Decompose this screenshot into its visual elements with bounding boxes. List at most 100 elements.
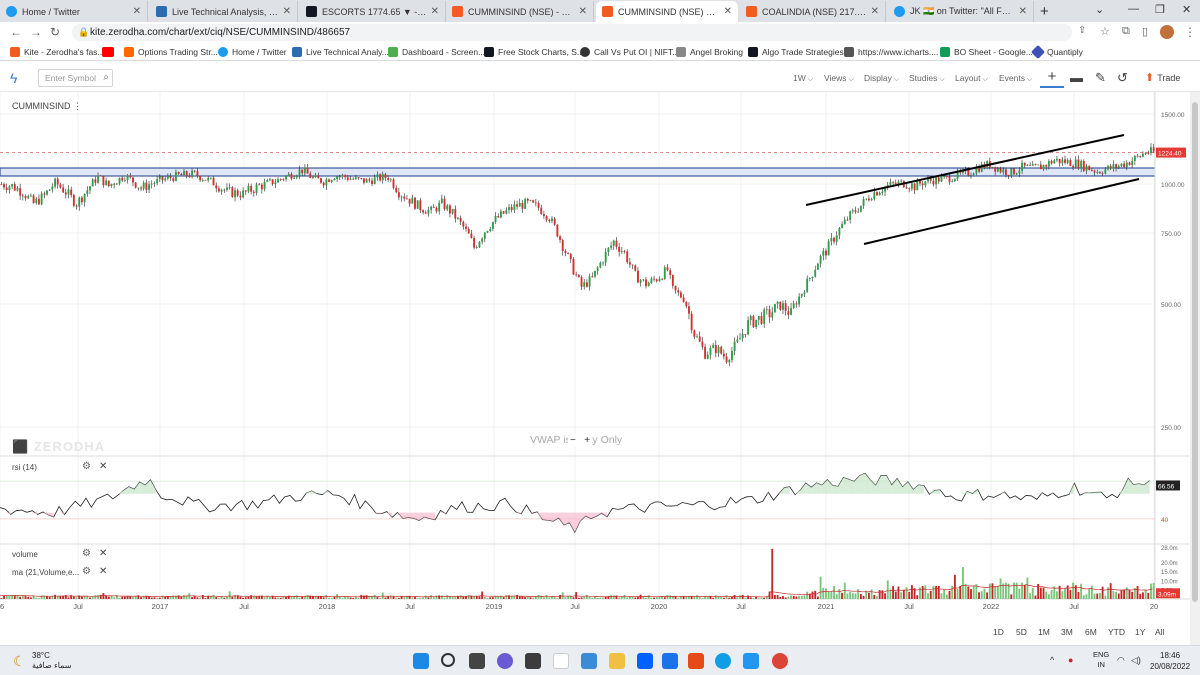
start-windows-icon[interactable]: [413, 653, 429, 669]
tab-escorts[interactable]: ESCORTS 1774.65 ▼ -1.61% NIF ✕: [300, 1, 446, 22]
crosshair-icon[interactable]: +: [1040, 68, 1064, 88]
bookmark-algo[interactable]: Algo Trade Strategies: [748, 45, 844, 59]
bookmark-kite[interactable]: Kite - Zerodha's fas...: [10, 45, 105, 59]
url-bar[interactable]: 🔒 kite.zerodha.com/chart/ext/ciq/NSE/CUMM…: [72, 24, 1072, 41]
views-menu[interactable]: Views ⌵: [824, 73, 854, 84]
share-icon[interactable]: ⇪: [1078, 25, 1086, 36]
bookmark-bo-sheet[interactable]: BO Sheet - Google...: [940, 45, 1033, 59]
bookmark-angel[interactable]: Angel Broking: [676, 45, 743, 59]
bookmark-quantiply[interactable]: Quantiply: [1030, 44, 1083, 60]
file-explorer-icon[interactable]: [609, 653, 625, 669]
vpn-icon[interactable]: [743, 653, 759, 669]
tab-search-icon[interactable]: ⌄: [1095, 3, 1104, 16]
clock[interactable]: 18:46 20/08/2022: [1150, 650, 1190, 672]
draw-pencil-icon[interactable]: ✎: [1095, 70, 1106, 86]
bookmark-call-put[interactable]: Call Vs Put OI | NIFT...: [580, 45, 679, 59]
zoom-in-button[interactable]: +: [584, 435, 590, 446]
comment-icon[interactable]: ▬: [1070, 70, 1083, 85]
close-icon[interactable]: ✕: [133, 6, 141, 17]
rsi-overbought-fill: [811, 482, 817, 494]
reload-icon[interactable]: ↻: [50, 25, 60, 39]
undo-icon[interactable]: ↺: [1117, 70, 1128, 86]
symbol-search-input[interactable]: Enter Symbol ⌕: [38, 69, 113, 87]
price-chart-svg[interactable]: 1500.00 1000.00 750.00 500.00 250.00 1224.40 4…: [0, 92, 1190, 620]
search-icon[interactable]: [441, 653, 455, 667]
bookmark-label: Algo Trade Strategies: [762, 47, 844, 57]
range-1m[interactable]: 1M: [1038, 627, 1050, 637]
bookmark-twitter[interactable]: Home / Twitter: [218, 45, 287, 59]
rsi-close-icon[interactable]: ✕: [99, 461, 107, 472]
volume-settings-gear-icon[interactable]: ⚙: [82, 548, 91, 559]
ma-settings-gear-icon[interactable]: ⚙: [82, 566, 91, 577]
tab-cumminsind-active[interactable]: CUMMINSIND (NSE) 1224.4 - Ki ✕: [596, 1, 738, 22]
bookmark-live-tech[interactable]: Live Technical Analy...: [292, 45, 389, 59]
volume-icon[interactable]: ◁): [1131, 655, 1141, 666]
volume-bar: [293, 596, 296, 599]
menu-dots-icon[interactable]: ⋮: [1184, 25, 1196, 39]
tray-chevron-icon[interactable]: ^: [1050, 655, 1054, 665]
range-1d[interactable]: 1D: [993, 627, 1004, 637]
display-menu[interactable]: Display ⌵: [864, 73, 899, 84]
restore-icon[interactable]: ❐: [1155, 3, 1165, 16]
language-indicator[interactable]: ENG IN: [1093, 650, 1109, 670]
scrollbar-thumb[interactable]: [1192, 102, 1198, 602]
bookmark-free-stock[interactable]: Free Stock Charts, S...: [484, 45, 584, 59]
interval-menu[interactable]: 1W ⌵: [793, 73, 813, 84]
bookmark-options-trading[interactable]: Options Trading Str...: [124, 45, 218, 59]
studies-menu[interactable]: Studies ⌵: [909, 73, 945, 84]
weather-moon-icon[interactable]: ☾: [13, 653, 26, 670]
ma-close-icon[interactable]: ✕: [99, 566, 107, 577]
new-tab-button[interactable]: +: [1040, 3, 1049, 20]
minimize-icon[interactable]: —: [1128, 3, 1139, 15]
range-1y[interactable]: 1Y: [1135, 627, 1145, 637]
dropbox-icon[interactable]: [637, 653, 653, 669]
bookmark-youtube[interactable]: [102, 45, 118, 59]
chrome-icon[interactable]: [772, 653, 788, 669]
sidebar-icon[interactable]: ▯: [1142, 25, 1148, 38]
window-close-icon[interactable]: ✕: [1182, 3, 1191, 16]
trade-button[interactable]: ⬆ Trade: [1145, 71, 1180, 84]
tab-jk-twitter[interactable]: JK 🇮🇳 on Twitter: "All FNO Stocks ✕: [888, 1, 1034, 22]
bookmark-star-icon[interactable]: ☆: [1100, 25, 1110, 38]
close-icon[interactable]: ✕: [871, 6, 879, 17]
volume-close-icon[interactable]: ✕: [99, 548, 107, 559]
task-view-icon[interactable]: [469, 653, 485, 669]
layout-menu[interactable]: Layout ⌵: [955, 73, 988, 84]
back-icon[interactable]: ←: [10, 25, 22, 39]
wifi-icon[interactable]: ◠: [1117, 655, 1125, 666]
extensions-icon[interactable]: ⧉: [1122, 25, 1130, 38]
bookmark-screener[interactable]: Dashboard - Screen...: [388, 45, 485, 59]
range-all[interactable]: All: [1155, 627, 1164, 637]
range-6m[interactable]: 6M: [1085, 627, 1097, 637]
chat-icon[interactable]: [497, 653, 513, 669]
close-icon[interactable]: ✕: [283, 6, 291, 17]
close-icon[interactable]: ✕: [724, 6, 732, 17]
forward-icon[interactable]: →: [30, 25, 42, 39]
events-menu[interactable]: Events ⌵: [999, 73, 1032, 84]
candle-body: [303, 167, 306, 174]
tab-cumminsind-chart[interactable]: CUMMINSIND (NSE) - Kite Chart ✕: [446, 1, 594, 22]
tab-coalindia[interactable]: COALINDIA (NSE) 217.15 - Kite ✕: [740, 1, 886, 22]
tab-live-technical[interactable]: Live Technical Analysis, Charts, S ✕: [150, 1, 298, 22]
range-ytd[interactable]: YTD: [1108, 627, 1125, 637]
rsi-settings-gear-icon[interactable]: ⚙: [82, 461, 91, 472]
zoom-out-button[interactable]: −: [570, 435, 576, 446]
edge-icon[interactable]: [715, 653, 731, 669]
office-icon[interactable]: [688, 653, 704, 669]
amazon-icon[interactable]: [553, 653, 569, 669]
close-icon[interactable]: ✕: [431, 6, 439, 17]
widgets-icon[interactable]: [525, 653, 541, 669]
more-options-icon[interactable]: ⋮: [73, 101, 82, 111]
page-scrollbar[interactable]: [1190, 92, 1200, 645]
close-icon[interactable]: ✕: [1019, 6, 1027, 17]
bookmark-icharts[interactable]: https://www.icharts....: [844, 45, 938, 59]
tab-home-twitter[interactable]: Home / Twitter ✕: [0, 1, 148, 22]
store-icon[interactable]: [581, 653, 597, 669]
tray-app-icon[interactable]: ●: [1068, 655, 1073, 665]
close-icon[interactable]: ✕: [579, 6, 587, 17]
range-5d[interactable]: 5D: [1016, 627, 1027, 637]
chart-area[interactable]: 1500.00 1000.00 750.00 500.00 250.00 1224.40 4…: [0, 92, 1190, 620]
range-3m[interactable]: 3M: [1061, 627, 1073, 637]
app-icon[interactable]: [662, 653, 678, 669]
profile-avatar[interactable]: [1160, 25, 1174, 39]
